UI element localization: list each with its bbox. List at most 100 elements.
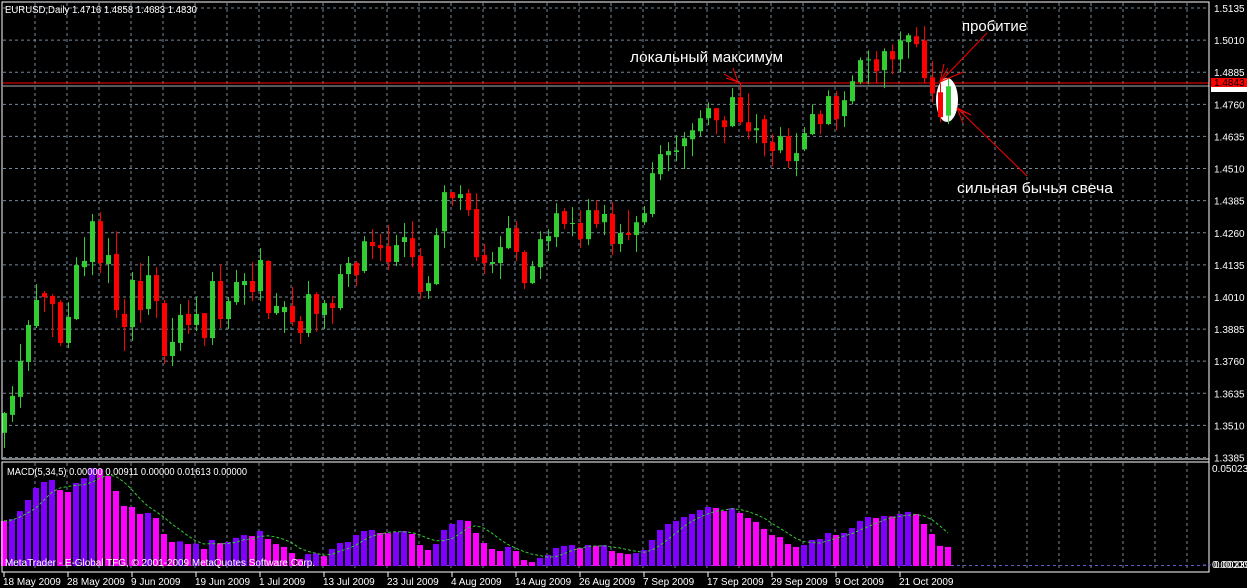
macd-bar [473, 532, 479, 566]
candle-body [298, 321, 303, 333]
candle-body [642, 213, 647, 223]
candle-body [738, 97, 743, 123]
candle-body [930, 77, 935, 94]
macd-bar [489, 548, 495, 566]
chart-window[interactable]: EURUSD,Daily 1.4716 1.4858 1.4683 1.4830… [0, 0, 1247, 588]
price-axis-label: 1.4510 [1214, 165, 1245, 176]
time-axis-label: 19 Jun 2009 [195, 577, 250, 588]
candle-body [266, 261, 271, 314]
macd-bar [689, 513, 695, 566]
candle-body [722, 120, 727, 128]
candle-body [178, 314, 183, 343]
macd-bar [561, 545, 567, 566]
macd-bar [569, 545, 575, 566]
chart-header: EURUSD,Daily 1.4716 1.4858 1.4683 1.4830 [5, 5, 197, 16]
candle-body [522, 252, 527, 284]
macd-bar [337, 543, 343, 566]
candle-body [890, 51, 895, 60]
time-axis-label: 14 Aug 2009 [515, 577, 572, 588]
current-price-label: 1.4843 [1214, 78, 1245, 89]
macd-bar [505, 546, 511, 566]
price-axis-label: 1.4010 [1214, 293, 1245, 304]
open-value: 1.4716 [72, 5, 102, 16]
candle-body [514, 228, 519, 253]
macd-bar [945, 546, 951, 566]
candle-body [10, 395, 15, 415]
candle-body [410, 238, 415, 258]
candle-body [42, 293, 47, 297]
macd-bar [681, 517, 687, 566]
candle-body [442, 192, 447, 232]
time-axis-label: 9 Jun 2009 [131, 577, 181, 588]
candle-body [354, 263, 359, 276]
macd-bar [377, 532, 383, 566]
candle-body [682, 138, 687, 147]
macd-bar [81, 478, 87, 566]
macd-bar [401, 530, 407, 566]
candle-body [506, 228, 511, 249]
candle-body [858, 60, 863, 83]
candle-body [538, 239, 543, 268]
macd-bar [865, 517, 871, 566]
macd-bar [777, 537, 783, 566]
candle-body [850, 81, 855, 102]
macd-bar [393, 531, 399, 566]
candle-body [418, 256, 423, 293]
candle-body [698, 118, 703, 132]
candle [210, 272, 215, 345]
candle-body [746, 122, 751, 132]
macd-bar [513, 551, 519, 566]
candle-body [346, 263, 351, 275]
candle-body [434, 235, 439, 285]
macd-bar [57, 489, 63, 566]
candle-body [690, 130, 695, 140]
candle-body [130, 280, 135, 328]
candle-body [802, 133, 807, 150]
macd-bar [905, 511, 911, 566]
macd-bar [497, 551, 503, 566]
macd-bar [809, 539, 815, 566]
candle-body [794, 153, 799, 162]
candle-body [626, 233, 631, 236]
candle-body [210, 281, 215, 339]
candle-body [498, 247, 503, 264]
candle-body [242, 281, 247, 286]
candle-body [98, 221, 103, 264]
candle-body [306, 294, 311, 333]
price-axis: 1.51351.50101.48851.47601.46351.45101.43… [1214, 4, 1245, 465]
candle-body [58, 302, 63, 343]
candle-body [546, 236, 551, 242]
close-value: 1.4830 [168, 5, 198, 16]
candle-body [50, 295, 55, 305]
macd-bar [625, 554, 631, 566]
candle-body [818, 114, 823, 125]
candle-body [282, 306, 287, 313]
candle-body [170, 341, 175, 357]
macd-bar [25, 500, 31, 566]
macd-bar [609, 551, 615, 566]
candle [434, 228, 439, 286]
macd-bar [409, 534, 415, 566]
macd-bar [617, 553, 623, 566]
candle-body [106, 255, 111, 265]
candle-body [658, 154, 663, 175]
price-axis-label: 1.3635 [1214, 389, 1245, 400]
candle-body [866, 59, 871, 61]
macd-bar [633, 553, 639, 566]
macd-bar [921, 523, 927, 566]
macd-bar [761, 528, 767, 566]
macd-bar [113, 491, 119, 566]
candle-body [18, 360, 23, 397]
time-axis-label: 17 Sep 2009 [707, 577, 764, 588]
candle-body [290, 305, 295, 323]
candle-body [402, 237, 407, 242]
macd-bar [361, 530, 367, 566]
candle-body [674, 150, 679, 153]
candle-body [834, 96, 839, 120]
candle-body [34, 300, 39, 326]
candle [58, 300, 63, 347]
candle-body [570, 222, 575, 225]
price-axis-label: 1.3385 [1214, 454, 1245, 465]
macd-bar [425, 550, 431, 566]
time-axis-label: 13 Jul 2009 [323, 577, 375, 588]
